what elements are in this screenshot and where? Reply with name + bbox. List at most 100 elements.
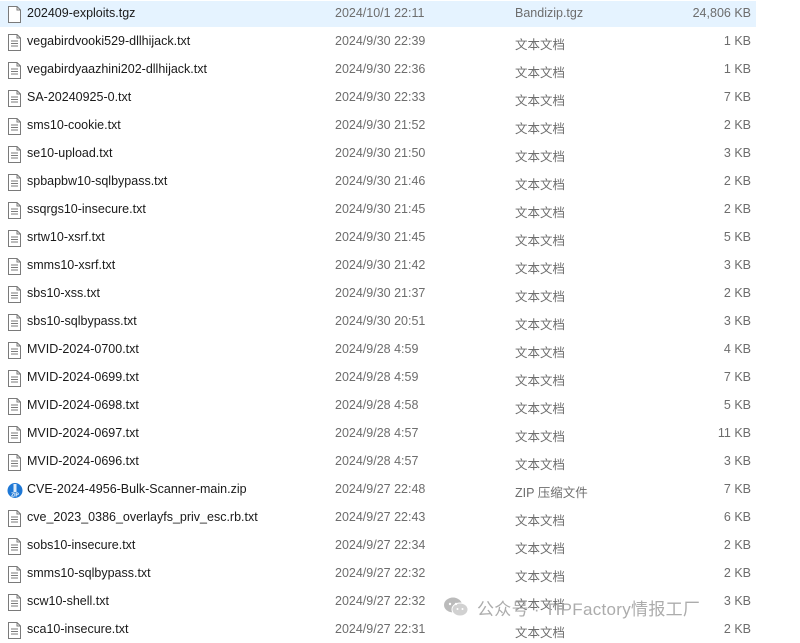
file-size: 7 KB bbox=[723, 90, 751, 104]
file-row[interactable]: SA-20240925-0.txt 2024/9/30 22:33 文本文档 7 KB bbox=[0, 85, 756, 111]
file-name: SA-20240925-0.txt bbox=[27, 90, 132, 104]
file-size: 6 KB bbox=[723, 510, 751, 524]
file-size: 2 KB bbox=[723, 286, 751, 300]
file-row[interactable]: MVID-2024-0698.txt 2024/9/28 4:58 文本文档 5 KB bbox=[0, 393, 756, 419]
file-row[interactable]: vegabirdyaazhini202-dllhijack.txt 2024/9/… bbox=[0, 57, 756, 83]
file-name: srtw10-xsrf.txt bbox=[27, 230, 105, 244]
file-modified-date: 2024/9/27 22:34 bbox=[335, 538, 426, 552]
watermark-text: 公众号 · TIPFactory情报工厂 bbox=[477, 599, 701, 619]
file-size: 2 KB bbox=[723, 202, 751, 216]
text-file-icon bbox=[7, 118, 22, 135]
file-row[interactable]: vegabirdvooki529-dllhijack.txt 2024/9/30 … bbox=[0, 29, 756, 55]
file-size: 3 KB bbox=[723, 594, 751, 608]
file-size: 11 KB bbox=[717, 426, 751, 440]
watermark: 公众号 · TIPFactory情报工厂 bbox=[443, 594, 700, 620]
text-file-icon bbox=[7, 90, 22, 107]
file-row[interactable]: srtw10-xsrf.txt 2024/9/30 21:45 文本文档 5 KB bbox=[0, 225, 756, 251]
file-row[interactable]: 202409-exploits.tgz 2024/10/1 22:11 Bandiz… bbox=[0, 1, 756, 27]
file-modified-date: 2024/9/28 4:59 bbox=[335, 342, 419, 356]
file-list: 202409-exploits.tgz 2024/10/1 22:11 Bandiz… bbox=[0, 0, 800, 640]
file-row[interactable]: sms10-cookie.txt 2024/9/30 21:52 文本文档 2 KB bbox=[0, 113, 756, 139]
text-file-icon bbox=[7, 426, 22, 443]
file-name: MVID-2024-0700.txt bbox=[27, 342, 139, 356]
wechat-logo-icon bbox=[444, 597, 469, 617]
file-modified-date: 2024/9/30 21:45 bbox=[335, 202, 426, 216]
file-modified-date: 2024/9/30 21:52 bbox=[335, 118, 426, 132]
file-size: 2 KB bbox=[723, 566, 751, 580]
file-type: 文本文档 bbox=[515, 262, 566, 276]
file-name: smms10-xsrf.txt bbox=[27, 258, 116, 272]
file-size: 2 KB bbox=[723, 118, 751, 132]
file-type: 文本文档 bbox=[515, 290, 566, 304]
text-file-icon bbox=[7, 566, 22, 583]
file-name: MVID-2024-0698.txt bbox=[27, 398, 139, 412]
file-row[interactable]: spbapbw10-sqlbypass.txt 2024/9/30 21:46 文本… bbox=[0, 169, 756, 195]
file-type: 文本文档 bbox=[515, 626, 566, 640]
file-row[interactable]: sbs10-sqlbypass.txt 2024/9/30 20:51 文本文档 3 … bbox=[0, 309, 756, 335]
text-file-icon bbox=[7, 510, 22, 527]
file-row[interactable]: ssqrgs10-insecure.txt 2024/9/30 21:45 文本文档… bbox=[0, 197, 756, 223]
file-row[interactable]: smms10-sqlbypass.txt 2024/9/27 22:32 文本文档 2… bbox=[0, 561, 756, 587]
file-size: 5 KB bbox=[723, 230, 751, 244]
file-row[interactable]: sca10-insecure.txt 2024/9/27 22:31 文本文档 2 K… bbox=[0, 617, 756, 643]
svg-text:ZIP: ZIP bbox=[11, 493, 19, 499]
file-type: 文本文档 bbox=[515, 318, 566, 332]
file-modified-date: 2024/9/30 22:39 bbox=[335, 34, 426, 48]
file-type: 文本文档 bbox=[515, 346, 566, 360]
zip-archive-icon: ZIP bbox=[7, 482, 23, 499]
file-row[interactable]: MVID-2024-0700.txt 2024/9/28 4:59 文本文档 4 KB bbox=[0, 337, 756, 363]
file-size: 1 KB bbox=[723, 34, 751, 48]
text-file-icon bbox=[7, 398, 22, 415]
file-size: 2 KB bbox=[723, 622, 751, 636]
file-row[interactable]: ZIP CVE-2024-4956-Bulk-Scanner-main.zip 20… bbox=[0, 477, 756, 503]
text-file-icon bbox=[7, 62, 22, 79]
file-name: MVID-2024-0696.txt bbox=[27, 454, 139, 468]
text-file-icon bbox=[7, 594, 22, 611]
file-type: 文本文档 bbox=[515, 402, 566, 416]
text-file-icon bbox=[7, 146, 22, 163]
text-file-icon bbox=[7, 342, 22, 359]
file-name: smms10-sqlbypass.txt bbox=[27, 566, 151, 580]
file-modified-date: 2024/9/28 4:59 bbox=[335, 370, 419, 384]
file-type: ZIP 压缩文件 bbox=[515, 486, 588, 500]
file-type: 文本文档 bbox=[515, 430, 566, 444]
text-file-icon bbox=[7, 230, 22, 247]
file-type: Bandizip.tgz bbox=[515, 6, 584, 20]
file-type: 文本文档 bbox=[515, 66, 566, 80]
file-size: 3 KB bbox=[723, 146, 751, 160]
file-row[interactable]: cve_2023_0386_overlayfs_priv_esc.rb.txt 2… bbox=[0, 505, 756, 531]
file-type: 文本文档 bbox=[515, 206, 566, 220]
file-row[interactable]: smms10-xsrf.txt 2024/9/30 21:42 文本文档 3 KB bbox=[0, 253, 756, 279]
file-type: 文本文档 bbox=[515, 374, 566, 388]
text-file-icon bbox=[7, 454, 22, 471]
file-name: vegabirdyaazhini202-dllhijack.txt bbox=[27, 62, 207, 76]
file-name: MVID-2024-0697.txt bbox=[27, 426, 139, 440]
file-type: 文本文档 bbox=[515, 542, 566, 556]
file-type: 文本文档 bbox=[515, 94, 566, 108]
file-modified-date: 2024/9/27 22:43 bbox=[335, 510, 426, 524]
file-name: sbs10-sqlbypass.txt bbox=[27, 314, 137, 328]
file-modified-date: 2024/9/28 4:58 bbox=[335, 398, 419, 412]
file-row[interactable]: MVID-2024-0699.txt 2024/9/28 4:59 文本文档 7 KB bbox=[0, 365, 756, 391]
file-size: 4 KB bbox=[723, 342, 751, 356]
text-file-icon bbox=[7, 286, 22, 303]
file-modified-date: 2024/9/30 22:36 bbox=[335, 62, 426, 76]
file-modified-date: 2024/9/27 22:32 bbox=[335, 594, 426, 608]
file-name: sbs10-xss.txt bbox=[27, 286, 100, 300]
file-modified-date: 2024/9/28 4:57 bbox=[335, 426, 419, 440]
blank-file-icon bbox=[7, 6, 22, 23]
file-name: MVID-2024-0699.txt bbox=[27, 370, 139, 384]
file-row[interactable]: MVID-2024-0697.txt 2024/9/28 4:57 文本文档 11 K… bbox=[0, 421, 756, 447]
file-row[interactable]: MVID-2024-0696.txt 2024/9/28 4:57 文本文档 3 KB bbox=[0, 449, 756, 475]
file-name: sms10-cookie.txt bbox=[27, 118, 121, 132]
file-row[interactable]: sbs10-xss.txt 2024/9/30 21:37 文本文档 2 KB bbox=[0, 281, 756, 307]
file-modified-date: 2024/9/30 22:33 bbox=[335, 90, 426, 104]
file-type: 文本文档 bbox=[515, 178, 566, 192]
text-file-icon bbox=[7, 174, 22, 191]
file-size: 3 KB bbox=[723, 258, 751, 272]
file-row[interactable]: se10-upload.txt 2024/9/30 21:50 文本文档 3 KB bbox=[0, 141, 756, 167]
file-type: 文本文档 bbox=[515, 570, 566, 584]
file-size: 7 KB bbox=[723, 370, 751, 384]
file-row[interactable]: sobs10-insecure.txt 2024/9/27 22:34 文本文档 2 … bbox=[0, 533, 756, 559]
text-file-icon bbox=[7, 258, 22, 275]
